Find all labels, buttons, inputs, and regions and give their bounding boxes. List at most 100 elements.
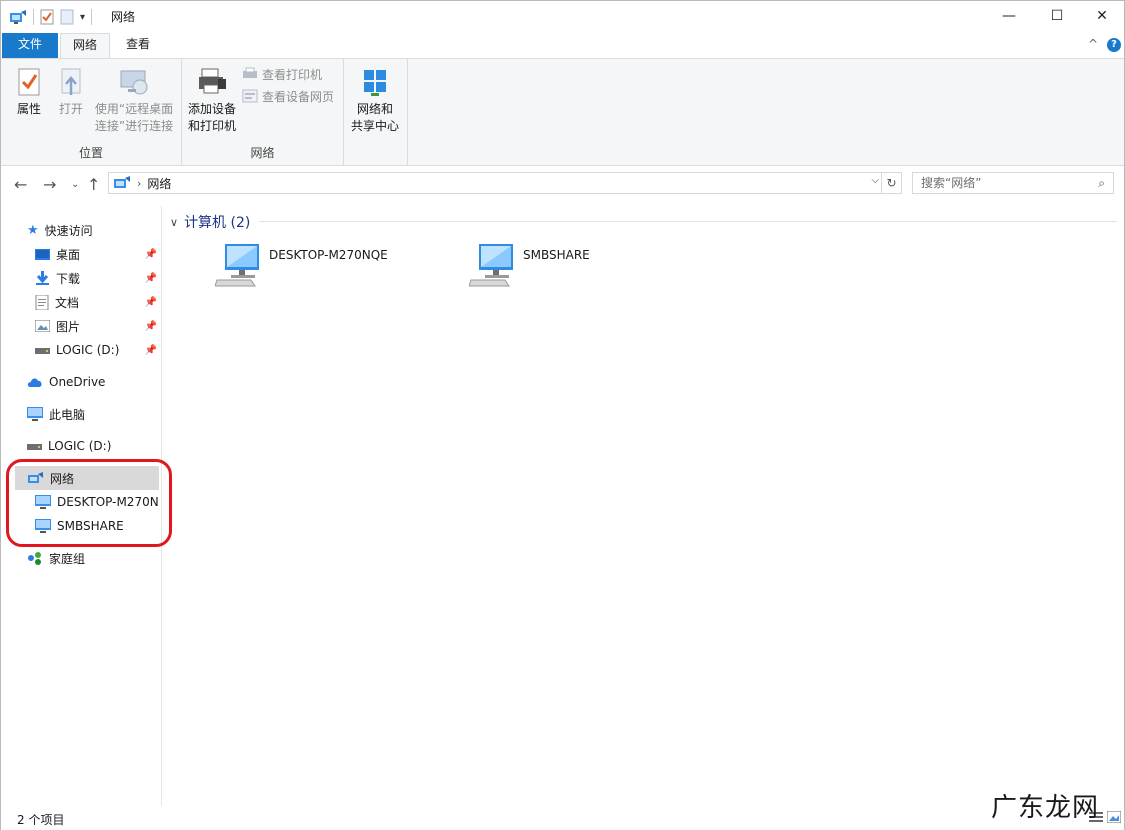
help-button[interactable]: ? [1107,38,1121,52]
item-count: 2 个项目 [17,813,65,827]
new-page-icon[interactable] [60,9,74,25]
watermark-logo: 广东龙网 [991,793,1100,823]
windows-logo-icon [364,70,386,96]
remote-desktop-icon [120,70,148,95]
large-icons-view-icon[interactable] [1107,811,1121,823]
recent-locations-chevron-icon[interactable]: ⌄ [71,179,79,190]
network-folder-icon[interactable] [9,9,27,25]
nav-label: 桌面 [56,247,81,262]
navigation-pane: ★ 快速访问 桌面 📌 下载 📌 文档 📌 图片 📌 LOGIC (D:) 📌 [1,206,162,806]
pin-icon[interactable]: 📌 [145,249,157,260]
close-button[interactable]: ✕ [1079,1,1125,31]
pin-icon[interactable]: 📌 [145,345,157,356]
group-header-computers[interactable]: ∨ 计算机 (2) [170,212,250,232]
breadcrumb-chevron-icon[interactable]: › [137,177,141,190]
group-title: 计算机 (2) [184,215,251,231]
nav-pictures[interactable]: 图片 📌 [35,314,157,338]
drive-icon [35,348,50,354]
nav-label: LOGIC (D:) [56,343,120,357]
search-icon[interactable]: ⌕ [1098,173,1105,193]
tab-network[interactable]: 网络 [60,33,110,58]
properties-label: 属性 [16,102,41,116]
maximize-button[interactable]: ☐ [1034,1,1080,31]
customize-toolbar-icon[interactable]: ▾ [80,12,85,23]
cloud-icon [27,377,42,387]
properties-button[interactable]: 属性 [9,65,49,118]
sharing-center-label-2: 共享中心 [350,119,399,133]
nav-label: DESKTOP-M270N [57,495,159,509]
remote-desktop-button[interactable]: 使用“远程桌面 连接”进行连接 [92,65,176,135]
nav-downloads[interactable]: 下载 📌 [35,266,157,290]
back-arrow-icon[interactable]: ← [14,175,27,194]
printer-icon [199,68,226,94]
quick-access-toolbar: ▾ [9,7,93,27]
network-icon [28,472,43,483]
ribbon-group-label: 网络 [250,146,275,160]
chevron-down-icon[interactable]: ∨ [170,216,178,229]
tab-view[interactable]: 查看 [114,33,162,58]
nav-homegroup[interactable]: 家庭组 [27,546,85,570]
open-label: 打开 [58,102,83,116]
nav-label: 快速访问 [44,223,93,238]
nav-label: LOGIC (D:) [48,439,112,453]
nav-label: 此电脑 [49,407,86,422]
computer-name: SMBSHARE [523,248,590,262]
breadcrumb-network[interactable]: 网络 [147,175,171,192]
nav-logic-drive-pinned[interactable]: LOGIC (D:) 📌 [35,338,157,362]
nav-network[interactable]: 网络 [15,466,159,490]
nav-documents[interactable]: 文档 📌 [35,290,157,314]
network-sharing-center-button[interactable]: 网络和 共享中心 [346,65,404,135]
view-device-page-button[interactable]: 查看设备网页 [242,86,334,106]
computer-item[interactable]: SMBSHARE [469,242,590,290]
nav-label: 下载 [56,271,81,286]
computer-name: DESKTOP-M270NQE [269,248,388,262]
up-arrow-icon[interactable]: ↑ [87,175,100,194]
add-device-label-1: 添加设备 [187,102,236,116]
search-input[interactable]: 搜索“网络” ⌕ [912,172,1114,194]
view-printers-button[interactable]: 查看打印机 [242,64,322,84]
window-title: 网络 [111,10,136,24]
nav-label: SMBSHARE [57,519,124,533]
pin-icon[interactable]: 📌 [145,273,157,284]
forward-arrow-icon[interactable]: → [43,175,56,194]
computer-icon [27,407,43,421]
desktop-icon [35,248,50,260]
nav-this-pc[interactable]: 此电脑 [27,402,85,426]
homegroup-icon [28,552,41,565]
add-device-button[interactable]: 添加设备 和打印机 [184,65,240,135]
open-button[interactable]: 打开 [51,65,91,118]
nav-computer-desktop[interactable]: DESKTOP-M270N [35,490,159,514]
drive-icon [27,444,42,450]
nav-logic-drive[interactable]: LOGIC (D:) [27,434,111,458]
explorer-window: ▾ 网络 — ☐ ✕ 文件 网络 查看 ^ ? 属性 打开 使用“远程桌面 连接… [0,0,1125,830]
device-webpage-icon [242,89,258,103]
navigation-bar: ← → ⌄ ↑ › 网络 ⌵ ↻ 搜索“网络” ⌕ [1,167,1124,201]
collapse-ribbon-button[interactable]: ^ [1088,37,1098,51]
properties-check-icon [18,68,40,96]
ribbon-group-label: 位置 [78,146,103,160]
address-bar[interactable]: › 网络 ⌵ [108,172,882,194]
pin-icon[interactable]: 📌 [145,321,157,332]
pin-icon[interactable]: 📌 [145,297,157,308]
address-dropdown-icon[interactable]: ⌵ [871,175,879,186]
picture-icon [35,320,50,332]
ribbon-group-network: 添加设备 和打印机 查看打印机 查看设备网页 网络 [182,59,344,165]
remote-desktop-label-1: 使用“远程桌面 [94,102,174,116]
minimize-button[interactable]: — [986,1,1032,31]
properties-check-icon[interactable] [40,9,54,25]
sharing-center-label-1: 网络和 [356,102,393,116]
nav-computer-smbshare[interactable]: SMBSHARE [35,514,124,538]
computer-item[interactable]: DESKTOP-M270NQE [215,242,388,290]
remote-desktop-label-2: 连接”进行连接 [94,119,174,133]
view-device-page-label: 查看设备网页 [262,89,335,104]
refresh-icon[interactable]: ↻ [882,172,902,194]
computer-icon [35,495,51,509]
view-printers-label: 查看打印机 [262,67,323,82]
ribbon-group-location: 属性 打开 使用“远程桌面 连接”进行连接 位置 [1,59,182,165]
group-divider [259,221,1117,222]
content-pane: ∨ 计算机 (2) DESKTOP-M270NQE SMBSHARE [163,206,1123,806]
tab-file[interactable]: 文件 [2,33,58,58]
nav-onedrive[interactable]: OneDrive [27,370,105,394]
nav-desktop[interactable]: 桌面 📌 [35,242,157,266]
nav-quick-access[interactable]: ★ 快速访问 [27,218,93,242]
